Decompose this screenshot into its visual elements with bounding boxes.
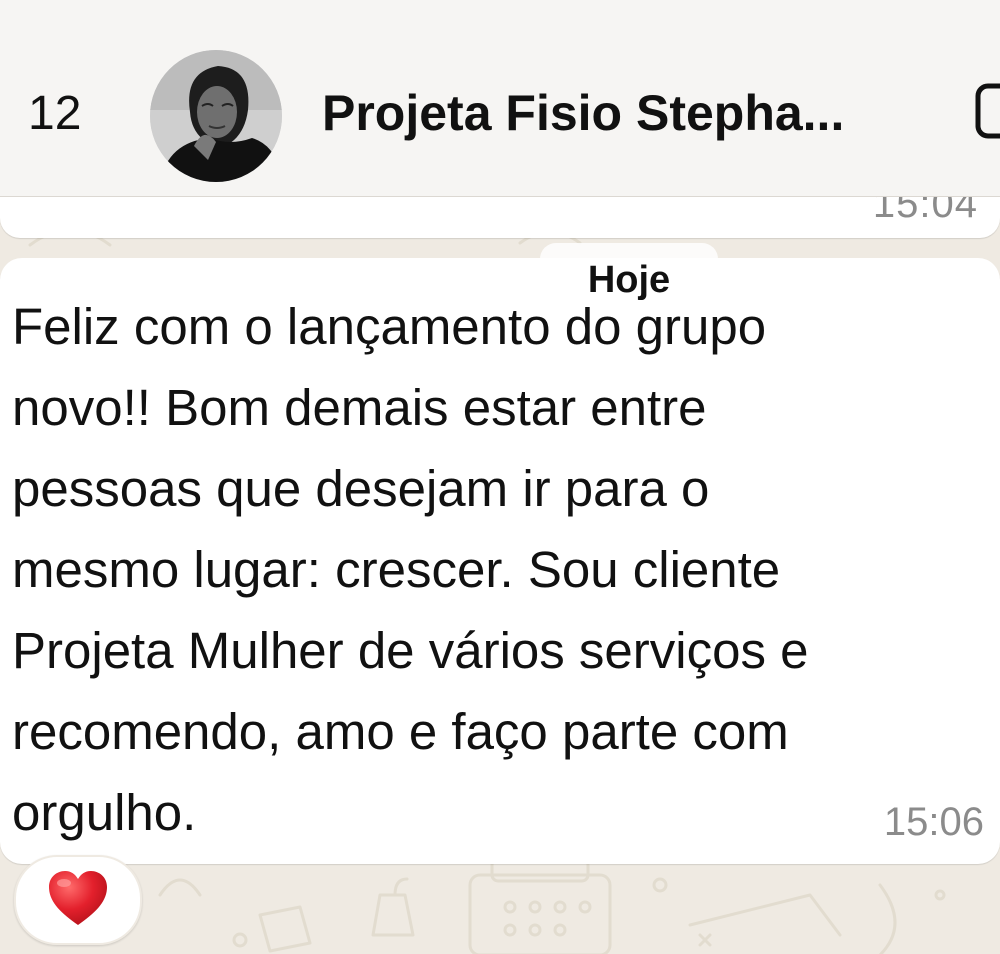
reaction-badge[interactable] [14,855,142,945]
back-unread-count[interactable]: 12 [28,90,81,138]
date-separator: Hoje [540,243,718,305]
date-separator-label: Hoje [587,259,671,301]
heart-emoji-icon [49,871,107,925]
message-bubble[interactable]: Feliz com o lançamento do grupo novo!! B… [0,258,1000,864]
avatar[interactable] [150,50,282,182]
message-text: Feliz com o lançamento do grupo novo!! B… [12,298,809,841]
contact-name[interactable]: Projeta Fisio Stepha... [322,88,844,138]
message-time: 15:06 [883,800,984,844]
video-call-icon[interactable] [974,82,1000,140]
chat-header: 12 Projeta Fisio Stepha... [0,0,1000,197]
